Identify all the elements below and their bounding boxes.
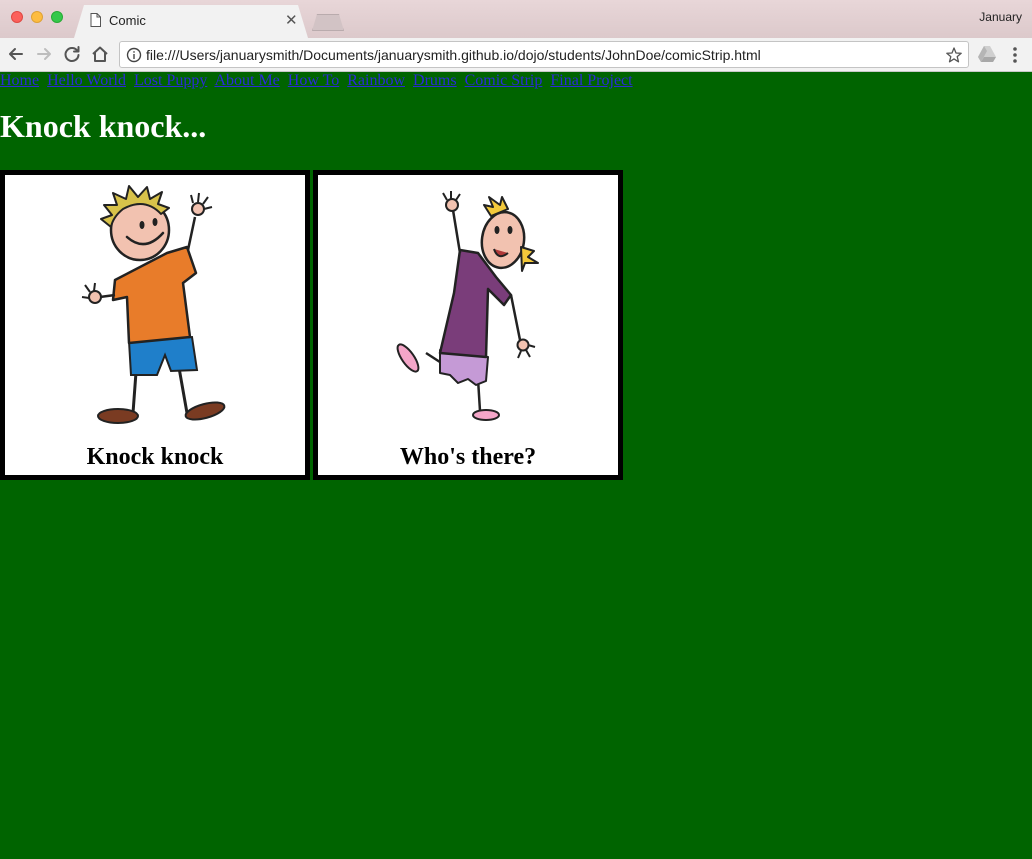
page-title: Knock knock... [0,108,207,144]
panel-1-caption: Knock knock [86,444,224,470]
tab-title: Comic [109,13,146,28]
window-close-button[interactable] [11,11,23,23]
browser-titlebar: Comic ✕ January [0,0,1032,38]
more-menu-icon[interactable] [1008,45,1022,65]
bookmark-star-icon[interactable] [945,46,963,64]
new-tab-button[interactable] [312,14,344,31]
nav-link-drums[interactable]: Drums [413,72,457,89]
reload-icon[interactable] [61,43,83,65]
nav-link-how-to[interactable]: How To [288,72,339,89]
girl-illustration [396,191,539,421]
boy-illustration [81,185,226,424]
home-icon[interactable] [89,43,111,65]
comic-panel-2: Who's there? [313,170,623,480]
browser-tab-comic[interactable]: Comic ✕ [74,5,308,38]
window-minimize-button[interactable] [31,11,43,23]
profile-name[interactable]: January [979,10,1022,24]
back-arrow-icon[interactable] [5,43,27,65]
nav-link-lost-puppy[interactable]: Lost Puppy [134,72,207,89]
url-text[interactable]: file:///Users/januarysmith/Documents/jan… [146,47,761,63]
panel-2-caption: Who's there? [399,444,537,470]
nav-link-about-me[interactable]: About Me [214,72,279,89]
site-nav: Home Hello World Lost Puppy About Me How… [0,72,637,90]
google-drive-icon[interactable] [977,45,997,63]
window-maximize-button[interactable] [51,11,63,23]
comic-panel-1: Knock knock [0,170,310,480]
nav-link-hello-world[interactable]: Hello World [47,72,126,89]
nav-link-comic-strip[interactable]: Comic Strip [465,72,543,89]
browser-toolbar: file:///Users/januarysmith/Documents/jan… [0,38,1032,72]
document-icon [90,13,101,27]
info-icon[interactable] [126,47,142,63]
address-bar[interactable]: file:///Users/januarysmith/Documents/jan… [119,41,969,68]
nav-link-home[interactable]: Home [0,72,39,89]
nav-link-rainbow[interactable]: Rainbow [347,72,405,89]
nav-link-final-project[interactable]: Final Project [550,72,632,89]
forward-arrow-icon[interactable] [33,43,55,65]
page-content: Home Hello World Lost Puppy About Me How… [0,72,1032,859]
tab-close-icon[interactable]: ✕ [285,11,298,29]
